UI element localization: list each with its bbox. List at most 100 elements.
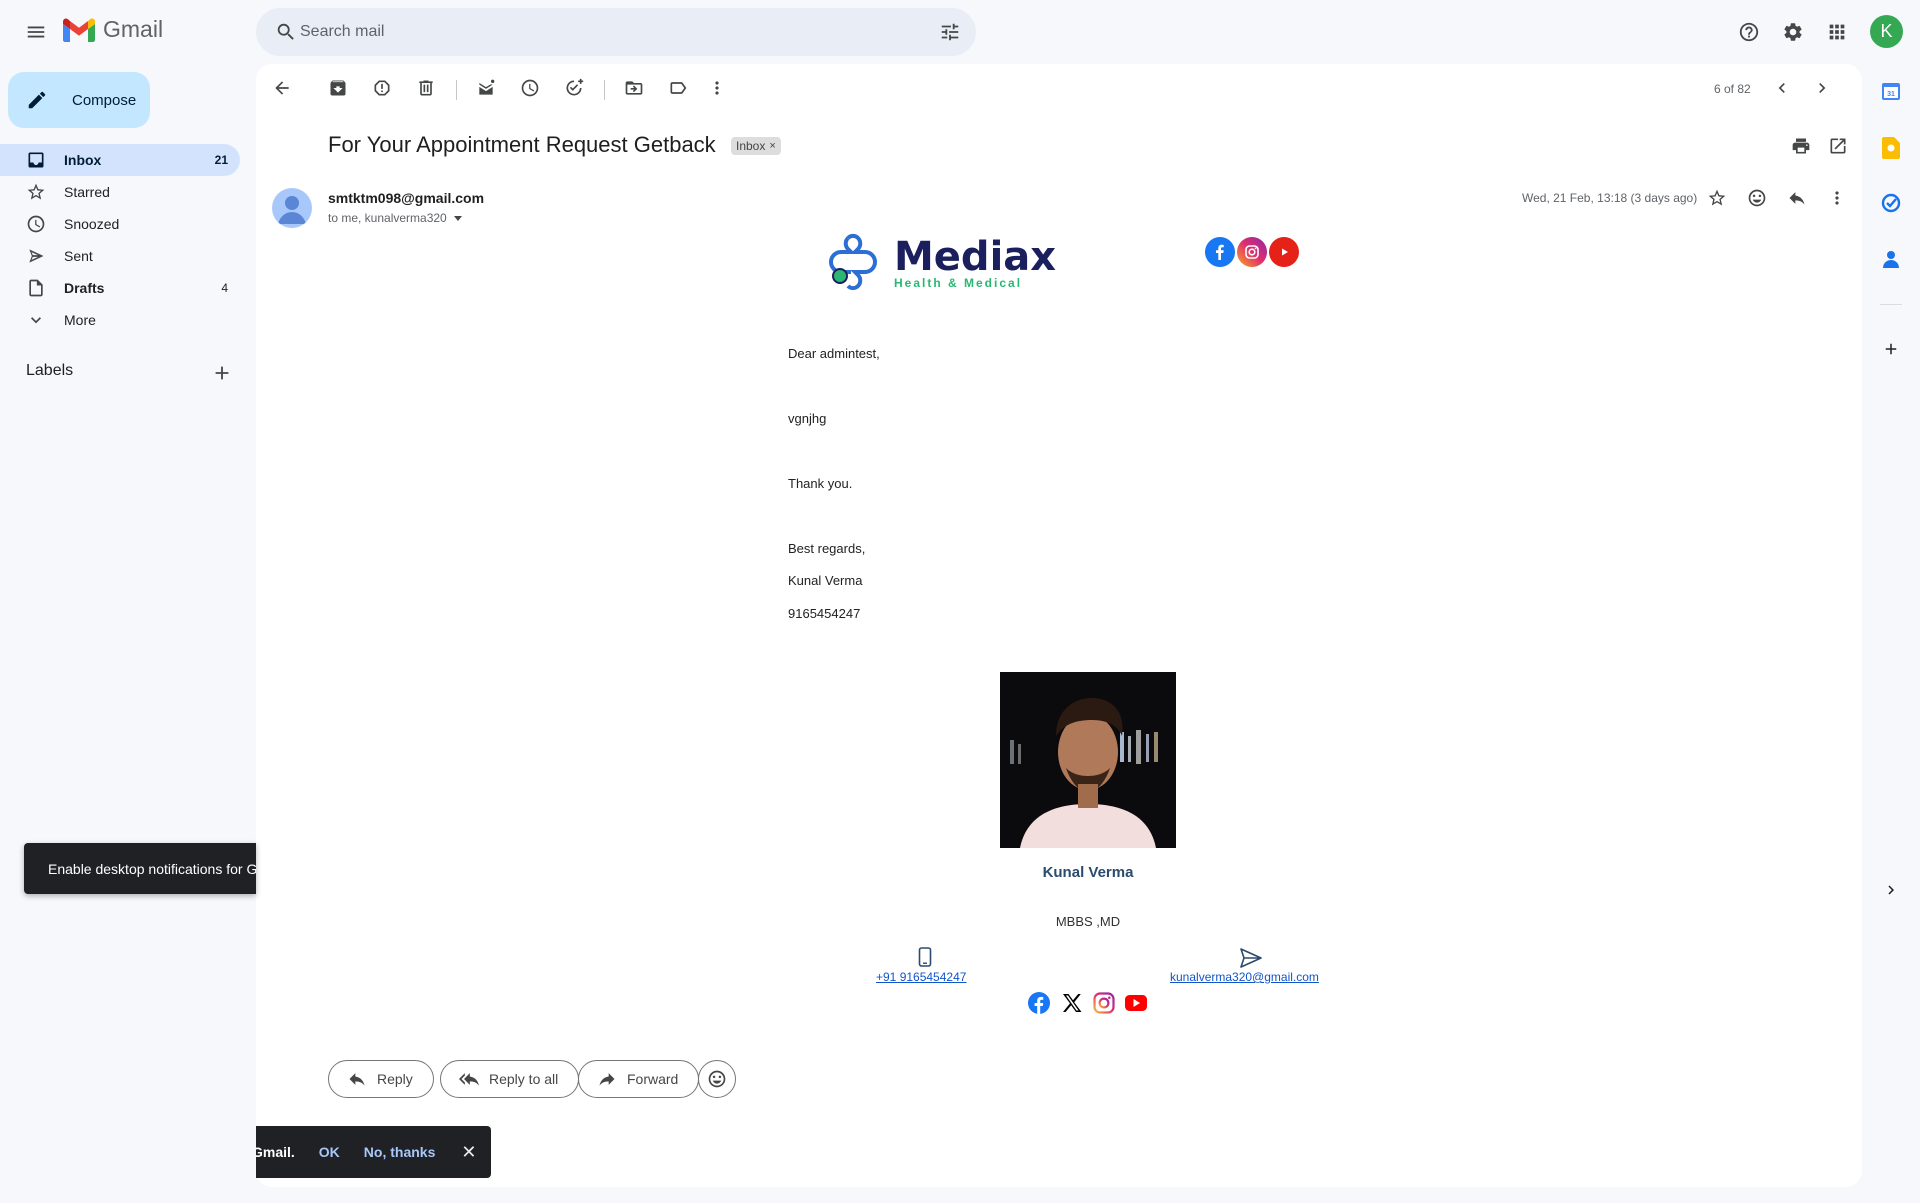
open-new-window-button[interactable]	[1818, 126, 1858, 166]
sidebar-item-starred[interactable]: Starred	[0, 176, 240, 208]
youtube-icon[interactable]	[1269, 237, 1299, 267]
calendar-icon[interactable]: 31	[1876, 76, 1906, 106]
toast-ok-button[interactable]: OK	[319, 1144, 340, 1160]
reply-all-button[interactable]: Reply to all	[440, 1060, 580, 1098]
chevron-left-icon	[1772, 78, 1792, 98]
message-panel	[256, 64, 1862, 1187]
star-outline-icon	[1707, 188, 1727, 208]
chevron-right-icon	[1812, 78, 1832, 98]
add-to-tasks-button[interactable]	[554, 68, 594, 108]
search-bar[interactable]	[256, 8, 976, 56]
label-icon	[668, 78, 688, 98]
keep-icon[interactable]	[1876, 133, 1906, 163]
more-actions-button[interactable]	[697, 68, 737, 108]
caret-down-icon[interactable]	[453, 213, 463, 223]
reply-button[interactable]	[1777, 178, 1817, 218]
plus-icon	[211, 362, 233, 384]
close-icon[interactable]: ✕	[461, 1142, 476, 1163]
star-outline-icon	[26, 182, 46, 202]
search-options-button[interactable]	[930, 12, 970, 52]
reply-action-button[interactable]: Reply	[328, 1060, 434, 1098]
report-icon	[372, 78, 392, 98]
archive-button[interactable]	[318, 68, 358, 108]
clock-icon	[26, 214, 46, 234]
snooze-button[interactable]	[510, 68, 550, 108]
x-twitter-icon[interactable]	[1061, 992, 1083, 1014]
account-avatar[interactable]: K	[1870, 15, 1903, 48]
mark-unread-icon	[476, 78, 496, 98]
desktop-notifications-toast: Enable desktop notifications for Gmail.	[24, 843, 256, 894]
notification-action-bar: Gmail. OK No, thanks ✕	[256, 1126, 491, 1178]
google-apps-button[interactable]	[1817, 12, 1857, 52]
facebook-icon[interactable]	[1205, 237, 1235, 267]
signature-phone-link[interactable]: +91 9165454247	[876, 970, 966, 984]
arrow-back-icon	[272, 78, 292, 98]
mark-unread-button[interactable]	[466, 68, 506, 108]
trash-icon	[416, 78, 436, 98]
move-folder-icon	[624, 78, 644, 98]
plus-icon[interactable]	[1876, 334, 1906, 364]
report-spam-button[interactable]	[362, 68, 402, 108]
newer-button[interactable]	[1762, 68, 1802, 108]
tune-icon	[939, 21, 961, 43]
pencil-icon	[26, 89, 48, 111]
label-chip-text: Inbox	[736, 139, 766, 153]
instagram-icon[interactable]	[1237, 237, 1267, 267]
side-panel-divider	[1880, 304, 1902, 305]
labels-heading: Labels	[26, 362, 74, 379]
add-reaction-button[interactable]	[1737, 178, 1777, 218]
paper-plane-icon	[1240, 948, 1262, 968]
sidebar-item-label: Starred	[64, 184, 110, 200]
emoji-reaction-button[interactable]	[698, 1060, 736, 1098]
toast-no-thanks-button[interactable]: No, thanks	[364, 1144, 436, 1160]
inbox-label-chip[interactable]: Inbox ×	[731, 137, 781, 155]
settings-button[interactable]	[1773, 12, 1813, 52]
sidebar-item-sent[interactable]: Sent	[0, 240, 240, 272]
sender-avatar[interactable]	[272, 188, 312, 228]
search-input[interactable]	[300, 8, 900, 56]
recipients-line[interactable]: to me, kunalverma320	[328, 211, 463, 225]
signoff-name: Kunal Verma	[788, 573, 863, 588]
sidebar-item-drafts[interactable]: Drafts 4	[0, 272, 240, 304]
signature-title: MBBS ,MD	[1055, 914, 1121, 929]
more-vert-icon	[1827, 188, 1847, 208]
forward-button[interactable]: Forward	[578, 1060, 700, 1098]
create-label-button[interactable]	[202, 353, 242, 393]
youtube-icon[interactable]	[1125, 994, 1147, 1012]
recipients-text: to me, kunalverma320	[328, 211, 447, 225]
sidebar-item-inbox[interactable]: Inbox 21	[0, 144, 240, 176]
sidebar-item-more[interactable]: More	[0, 304, 240, 336]
compose-button[interactable]: Compose	[8, 72, 150, 128]
move-to-button[interactable]	[614, 68, 654, 108]
chevron-right-icon[interactable]	[1876, 875, 1906, 905]
sender-email[interactable]: smtktm098@gmail.com	[328, 190, 484, 206]
support-button[interactable]	[1729, 12, 1769, 52]
tasks-icon[interactable]	[1876, 188, 1906, 218]
remove-label-icon[interactable]: ×	[769, 140, 775, 152]
gmail-m-icon	[63, 17, 95, 42]
labels-button[interactable]	[658, 68, 698, 108]
main-menu-button[interactable]	[15, 11, 57, 53]
delete-button[interactable]	[406, 68, 446, 108]
gmail-logo[interactable]: Gmail	[63, 16, 163, 43]
greeting-text: Dear admintest,	[788, 346, 880, 361]
sidebar-item-snoozed[interactable]: Snoozed	[0, 208, 240, 240]
signature-email-link[interactable]: kunalverma320@gmail.com	[1170, 970, 1319, 984]
toolbar-divider	[604, 80, 605, 100]
contacts-icon[interactable]	[1876, 244, 1906, 274]
add-task-icon	[564, 78, 584, 98]
svg-text:31: 31	[1887, 91, 1895, 98]
reply-all-icon	[459, 1069, 479, 1089]
toolbar-divider	[456, 80, 457, 100]
toast-text: Enable desktop notifications for Gmail.	[48, 860, 256, 877]
print-all-button[interactable]	[1781, 126, 1821, 166]
facebook-icon[interactable]	[1028, 992, 1050, 1014]
sidebar-item-label: More	[64, 312, 96, 328]
sidebar-item-label: Inbox	[64, 152, 102, 168]
instagram-icon[interactable]	[1093, 992, 1115, 1014]
back-button[interactable]	[262, 68, 302, 108]
star-button[interactable]	[1697, 178, 1737, 218]
pagination-text: 6 of 82	[1714, 82, 1751, 96]
older-button[interactable]	[1802, 68, 1842, 108]
message-more-button[interactable]	[1817, 178, 1857, 218]
